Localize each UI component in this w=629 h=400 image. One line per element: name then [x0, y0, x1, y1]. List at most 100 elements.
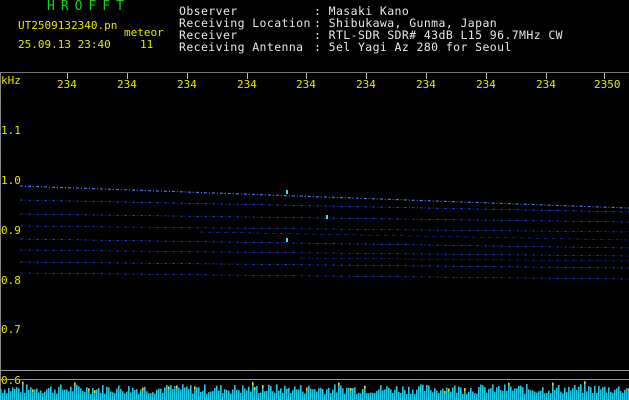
noise-bar [438, 393, 440, 400]
spectrogram-waterfall [19, 185, 629, 280]
noise-bar [422, 384, 424, 400]
noise-bar [332, 389, 334, 400]
noise-bar [262, 388, 264, 400]
noise-bar [326, 389, 328, 400]
noise-bar [506, 390, 508, 400]
noise-bar [424, 390, 426, 400]
noise-bar [280, 388, 282, 400]
noise-bar [258, 393, 260, 400]
noise-bar [570, 390, 572, 400]
noise-bar [80, 388, 82, 400]
noise-bar [592, 393, 594, 400]
noise-bar [316, 391, 318, 400]
noise-bar [358, 392, 360, 400]
noise-bar [482, 385, 484, 400]
noise-bar [444, 393, 446, 400]
time-tick-mark [604, 73, 605, 79]
noise-bar [152, 392, 154, 400]
noise-bar [330, 393, 332, 400]
noise-bar [560, 391, 562, 400]
noise-bar [194, 389, 196, 400]
noise-bar [122, 391, 124, 400]
noise-bar [410, 393, 412, 400]
noise-bar [132, 387, 134, 400]
noise-bar [474, 393, 476, 400]
noise-bar [308, 385, 310, 400]
noise-bar [374, 392, 376, 400]
noise-bar [246, 390, 248, 400]
noise-bar [58, 387, 60, 400]
time-tick-mark [426, 73, 427, 79]
noise-bar [114, 393, 116, 400]
noise-bar [70, 386, 72, 400]
signal-streak [19, 238, 629, 249]
noise-bar [588, 386, 590, 400]
noise-bar [558, 384, 560, 400]
noise-bar [162, 392, 164, 400]
noise-bar [0, 389, 2, 400]
noise-bar [10, 391, 12, 400]
noise-bar [230, 393, 232, 400]
noise-bar [260, 392, 262, 400]
noise-peak [74, 382, 76, 386]
noise-bar [320, 388, 322, 400]
noise-bar [502, 390, 504, 400]
noise-bar [90, 393, 92, 400]
noise-bar [334, 384, 336, 400]
noise-peak [444, 390, 446, 394]
noise-bar [214, 388, 216, 400]
noise-bar [84, 391, 86, 400]
noise-peak [584, 381, 586, 385]
noise-bar [158, 388, 160, 400]
noise-bar [518, 385, 520, 400]
noise-bar [594, 386, 596, 400]
antenna-label: Receiving Antenna [179, 40, 304, 54]
noise-bar [48, 387, 50, 400]
noise-bar [274, 392, 276, 400]
noise-bar [526, 384, 528, 400]
time-tick-mark [187, 73, 188, 79]
noise-bar [624, 390, 626, 400]
noise-peak [142, 387, 144, 391]
noise-bar [44, 391, 46, 400]
noise-bar [412, 389, 414, 400]
noise-bar [400, 392, 402, 400]
noise-bar [304, 393, 306, 400]
noise-bar [454, 385, 456, 400]
noise-bar [208, 392, 210, 400]
noise-bar [436, 390, 438, 400]
noise-bar [530, 390, 532, 400]
noise-bar [36, 388, 38, 400]
noise-bar [254, 390, 256, 400]
noise-bar [224, 389, 226, 400]
noise-bar [148, 393, 150, 400]
noise-bar [22, 384, 24, 400]
noise-bar [546, 393, 548, 400]
noise-peak [254, 387, 256, 391]
noise-peak [350, 388, 352, 392]
noise-peak [464, 388, 466, 392]
noise-bar [138, 393, 140, 400]
noise-bar [216, 385, 218, 400]
noise-bar [86, 387, 88, 400]
noise-bar [96, 389, 98, 400]
noise-bar [484, 386, 486, 400]
noise-bar [348, 387, 350, 400]
noise-bar [128, 386, 130, 400]
noise-bar [312, 389, 314, 400]
noise-bar [74, 385, 76, 400]
noise-bar [520, 385, 522, 400]
noise-bar [30, 387, 32, 400]
noise-bar [210, 391, 212, 400]
noise-bar [552, 385, 554, 400]
noise-bar [124, 393, 126, 400]
noise-bar [104, 393, 106, 400]
noise-bar [94, 393, 96, 400]
noise-bar [72, 391, 74, 400]
noise-bar [342, 388, 344, 400]
noise-bar [2, 392, 4, 400]
noise-bar [408, 386, 410, 400]
noise-bar [610, 391, 612, 400]
noise-bar [156, 389, 158, 400]
noise-bar [170, 385, 172, 400]
